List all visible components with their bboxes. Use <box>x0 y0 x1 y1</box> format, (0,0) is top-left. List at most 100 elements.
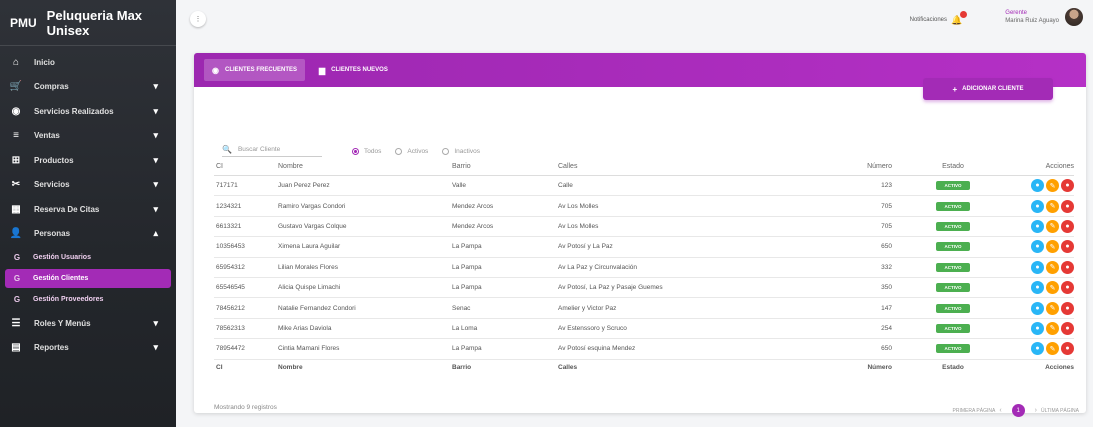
column-footer: Estado <box>942 364 964 372</box>
current-page[interactable]: 1 <box>1011 404 1025 417</box>
edit-button[interactable]: ✎ <box>1046 342 1059 356</box>
delete-button[interactable]: ● <box>1061 321 1074 335</box>
clients-icon: ◉ <box>212 65 219 75</box>
column-footer: Número <box>867 364 892 372</box>
edit-button[interactable]: ✎ <box>1046 281 1059 295</box>
user-menu[interactable]: Gerente Marina Ruiz Aguayo <box>1005 8 1083 26</box>
cell-estado: ACTIVO <box>912 262 994 272</box>
sales-icon: ≡ <box>13 130 19 142</box>
sidebar-item-ventas[interactable]: ≡ Ventas ▾ <box>0 124 176 149</box>
filter-activos[interactable]: Activos <box>395 147 428 155</box>
table-footer-row: CI Nombre Barrio Calles Número Estado Acciones <box>214 360 1074 376</box>
edit-button[interactable]: ✎ <box>1046 179 1059 193</box>
column-header[interactable]: Número <box>812 163 912 170</box>
pencil-icon: ✎ <box>1049 345 1056 353</box>
column-header[interactable]: Barrio <box>452 163 558 170</box>
column-header[interactable]: Estado <box>912 163 994 170</box>
delete-button[interactable]: ● <box>1061 240 1074 254</box>
view-button[interactable]: ● <box>1031 342 1044 356</box>
view-button[interactable]: ● <box>1031 260 1044 274</box>
edit-button[interactable]: ✎ <box>1046 321 1059 335</box>
cart-icon: 🛒 <box>9 81 23 93</box>
sidebar-item-servicios-realizados[interactable]: ◉ Servicios Realizados ▾ <box>0 99 176 124</box>
view-button[interactable]: ● <box>1031 301 1044 315</box>
cell-nombre: Cintia Mamani Flores <box>278 345 340 353</box>
column-header[interactable]: CI <box>214 163 278 170</box>
row-actions: ● ✎ ● <box>1031 301 1074 315</box>
person-icon: 👤 <box>9 228 23 240</box>
vertical-dots-icon: ⋮ <box>194 16 202 23</box>
more-options-button[interactable]: ⋮ <box>190 11 206 27</box>
view-button[interactable]: ● <box>1031 281 1044 295</box>
table-header-row: CI Nombre Barrio Calles Número Estado Acciones <box>214 158 1074 176</box>
cell-nombre: Ramiro Vargas Condori <box>278 202 346 210</box>
tab-label: CLIENTES NUEVOS <box>331 67 388 73</box>
cell-nombre: Gustavo Vargas Colque <box>278 222 347 230</box>
last-page-link[interactable]: ÚLTIMA PÁGINA <box>1041 408 1079 414</box>
delete-button[interactable]: ● <box>1061 179 1074 193</box>
add-client-button[interactable]: + ADICIONAR CLIENTE <box>923 78 1053 100</box>
sidebar-subitem-gesti-n-clientes[interactable]: G Gestión Clientes <box>5 269 171 288</box>
delete-button[interactable]: ● <box>1061 342 1074 356</box>
sidebar-item-servicios[interactable]: ✂ Servicios ▾ <box>0 173 176 198</box>
view-button[interactable]: ● <box>1031 321 1044 335</box>
column-header[interactable]: Nombre <box>278 163 452 170</box>
avatar[interactable] <box>1065 8 1083 26</box>
sidebar-item-label: Servicios <box>34 180 70 190</box>
column-header[interactable]: Calles <box>558 163 812 170</box>
view-button[interactable]: ● <box>1031 199 1044 213</box>
tab-new-clients[interactable]: ▆ CLIENTES NUEVOS <box>311 59 396 81</box>
row-actions: ● ✎ ● <box>1031 281 1074 295</box>
delete-button[interactable]: ● <box>1061 260 1074 274</box>
eye-icon: ● <box>1035 345 1040 353</box>
sidebar-item-label: Reserva De Citas <box>34 204 100 214</box>
sidebar-item-inicio[interactable]: ⌂ Inicio <box>0 50 176 75</box>
sidebar-nav: ⌂ Inicio 🛒 Compras ▾ ◉ Servicios Realizados ▾ ≡ V… <box>0 46 176 360</box>
tab-frequent-clients[interactable]: ◉ CLIENTES FRECUENTES <box>204 59 305 81</box>
status-badge: ACTIVO <box>936 221 970 231</box>
table-row: 65954312 Lilian Morales Flores La Pampa Av … <box>214 258 1074 278</box>
view-button[interactable]: ● <box>1031 179 1044 193</box>
table-row: 6613321 Gustavo Vargas Colque Mendez Arcos… <box>214 217 1074 238</box>
column-footer: Nombre <box>278 364 303 372</box>
filter-todos[interactable]: Todos <box>352 147 381 155</box>
delete-button[interactable]: ● <box>1061 281 1074 295</box>
home-icon: ⌂ <box>12 56 20 68</box>
sidebar-item-roles-y-men-s[interactable]: ☰ Roles Y Menús ▾ <box>0 311 176 336</box>
brand[interactable]: PMU Peluqueria Max Unisex <box>0 0 176 46</box>
edit-button[interactable]: ✎ <box>1046 240 1059 254</box>
delete-button[interactable]: ● <box>1061 199 1074 213</box>
column-header: Acciones <box>1045 163 1074 170</box>
tab-label: CLIENTES FRECUENTES <box>224 67 297 73</box>
clients-table: CI Nombre Barrio Calles Número Estado Acciones… <box>214 158 1074 376</box>
subitem-letter-icon: G <box>13 295 21 304</box>
delete-icon: ● <box>1065 202 1070 210</box>
delete-button[interactable]: ● <box>1061 301 1074 315</box>
sidebar-item-reserva-de-citas[interactable]: ▦ Reserva De Citas ▾ <box>0 197 176 222</box>
prev-page-icon[interactable]: ‹ <box>999 407 1001 414</box>
sidebar-subitem-gesti-n-usuarios[interactable]: G Gestión Usuarios <box>5 248 171 267</box>
delete-button[interactable]: ● <box>1061 219 1074 233</box>
next-page-icon[interactable]: › <box>1035 407 1037 414</box>
filter-inactivos[interactable]: Inactivos <box>442 147 480 155</box>
chevron-icon: ▾ <box>153 154 158 165</box>
edit-button[interactable]: ✎ <box>1046 219 1059 233</box>
view-button[interactable]: ● <box>1031 240 1044 254</box>
view-button[interactable]: ● <box>1031 219 1044 233</box>
search-input[interactable]: 🔍 Buscar Cliente <box>222 145 322 157</box>
sidebar-item-compras[interactable]: 🛒 Compras ▾ <box>0 75 176 100</box>
notifications[interactable]: Notificaciones 🔔 <box>910 11 967 25</box>
radio-unchecked-icon <box>442 147 450 155</box>
column-footer: Barrio <box>452 364 472 372</box>
edit-button[interactable]: ✎ <box>1046 301 1059 315</box>
edit-button[interactable]: ✎ <box>1046 260 1059 274</box>
sidebar-item-productos[interactable]: ⊞ Productos ▾ <box>0 148 176 173</box>
edit-button[interactable]: ✎ <box>1046 199 1059 213</box>
search-icon: 🔍 <box>222 145 232 154</box>
sidebar-subitem-gesti-n-proveedores[interactable]: G Gestión Proveedores <box>5 290 171 309</box>
cell-calles: Av Potosí esquina Mendez <box>558 345 636 353</box>
sidebar-item-reportes[interactable]: ▤ Reportes ▾ <box>0 336 176 361</box>
sidebar-item-personas[interactable]: 👤 Personas ▴ <box>0 222 176 247</box>
first-page-link[interactable]: PRIMERA PÁGINA <box>953 408 996 414</box>
eye-icon: ● <box>1035 222 1040 230</box>
